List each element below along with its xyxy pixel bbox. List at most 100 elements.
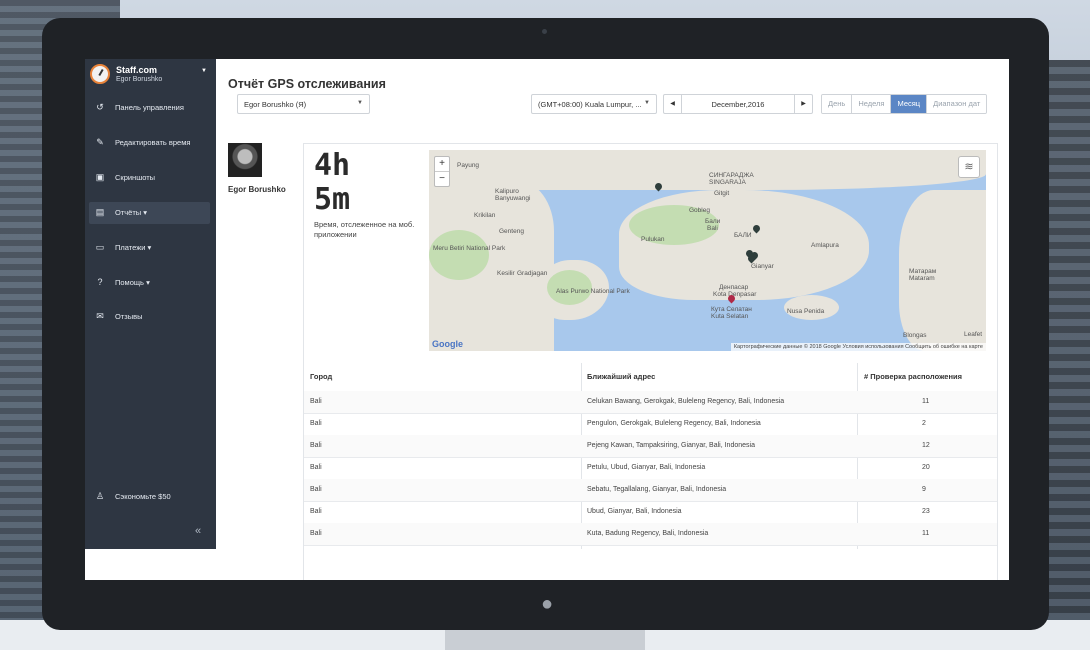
map-label: Kesilir bbox=[497, 270, 515, 277]
map-label: Pulukan bbox=[641, 236, 665, 243]
table-row[interactable]: Bali Petulu, Ubud, Gianyar, Bali, Indone… bbox=[304, 457, 997, 480]
zoom-control: + − bbox=[434, 156, 450, 187]
help-icon: ? bbox=[97, 277, 103, 287]
table-header: Город Ближайший адрес # Проверка располо… bbox=[304, 363, 997, 392]
table-row[interactable]: Bali Ubud, Gianyar, Bali, Indonesia 23 bbox=[304, 501, 997, 524]
monitor-stand bbox=[445, 630, 645, 650]
sidebar-item-reports[interactable]: ▤ Отчёты ▾ bbox=[89, 202, 210, 224]
cell-address: Ubud, Gianyar, Bali, Indonesia bbox=[587, 508, 682, 515]
map-label: Payung bbox=[457, 162, 480, 169]
cell-address: Kuta, Badung Regency, Bali, Indonesia bbox=[587, 530, 709, 537]
caret-down-icon: ▾ bbox=[146, 278, 150, 287]
tracked-time-description: Время, отслеженное на моб. приложении bbox=[314, 220, 415, 239]
sidebar-item-label: Редактировать время bbox=[115, 138, 191, 147]
map-label: Gitgit bbox=[714, 190, 730, 197]
chevron-down-icon: ▼ bbox=[357, 100, 363, 106]
sidebar-item-dashboard[interactable]: ↺ Панель управления bbox=[89, 97, 210, 119]
map-label: Leafet bbox=[964, 331, 983, 338]
map-label: Genteng bbox=[499, 228, 524, 235]
caret-down-icon: ▾ bbox=[147, 243, 152, 252]
sidebar-item-label: Платежи ▾ bbox=[115, 243, 152, 252]
sidebar-item-label: Помощь ▾ bbox=[115, 278, 150, 287]
cell-address: Petulu, Ubud, Gianyar, Bali, Indonesia bbox=[587, 464, 706, 471]
sidebar-item-label: Отзывы bbox=[115, 312, 143, 321]
cell-city: Bali bbox=[310, 442, 322, 449]
cell-city: Bali bbox=[310, 486, 322, 493]
save-offer-label: Сэкономьте $50 bbox=[115, 492, 171, 501]
cell-address: Sebatu, Tegallalang, Gianyar, Bali, Indo… bbox=[587, 486, 727, 493]
cell-city: Bali bbox=[310, 508, 322, 515]
caret-down-icon: ▾ bbox=[143, 208, 148, 217]
cell-count: 11 bbox=[922, 530, 930, 537]
cell-address: Pejeng Kawan, Tampaksiring, Gianyar, Bal… bbox=[587, 442, 755, 449]
sidebar-item-edit-time[interactable]: ✎ Редактировать время bbox=[89, 132, 210, 154]
map-label: Бали bbox=[705, 218, 721, 225]
user-plus-icon: ♙ bbox=[95, 491, 105, 501]
cell-city: Bali bbox=[310, 398, 322, 405]
date-navigator: ◀ December,2016 ▶ bbox=[663, 94, 813, 114]
cell-address: Pengulon, Gerokgak, Buleleng Regency, Ba… bbox=[587, 420, 761, 427]
map-label: Kalipuro bbox=[495, 188, 519, 195]
map-label: Kuta Selatan bbox=[711, 313, 749, 320]
map-label: SINGARAJA bbox=[709, 179, 746, 186]
cell-city: Bali bbox=[310, 420, 322, 427]
map-label: Bali bbox=[707, 225, 718, 232]
zoom-out-button[interactable]: − bbox=[435, 172, 449, 186]
prev-period-button[interactable]: ◀ bbox=[664, 95, 682, 113]
clock-logo-icon bbox=[90, 64, 110, 84]
timezone-select[interactable]: (GMT+08:00) Kuala Lumpur, ... ▼ bbox=[531, 94, 657, 114]
map-label: Матарам bbox=[909, 268, 937, 275]
camera-dot bbox=[542, 29, 547, 34]
map-label: Mataram bbox=[909, 275, 935, 282]
app-screen: Staff.com Egor Borushko ▼ ↺ Панель управ… bbox=[85, 59, 1009, 580]
cell-count: 23 bbox=[922, 508, 930, 515]
edit-time-icon: ✎ bbox=[96, 137, 104, 147]
collapse-sidebar-icon[interactable]: « bbox=[195, 525, 201, 537]
sidebar: Staff.com Egor Borushko ▼ ↺ Панель управ… bbox=[85, 59, 216, 549]
map-label: Alas Purwo National Park bbox=[556, 288, 630, 295]
table-row[interactable]: Bali Celukan Bawang, Gerokgak, Buleleng … bbox=[304, 391, 997, 414]
period-switcher: День Неделя Месяц Диапазон дат bbox=[821, 94, 988, 114]
gps-map[interactable]: Payung Kalipuro Banyuwangi Krikilan Gent… bbox=[429, 150, 986, 351]
period-week-button[interactable]: Неделя bbox=[852, 95, 892, 113]
avatar bbox=[228, 143, 262, 177]
zoom-in-button[interactable]: + bbox=[435, 157, 449, 172]
page-title: Отчёт GPS отслеживания bbox=[228, 77, 386, 91]
cell-address: Celukan Bawang, Gerokgak, Buleleng Regen… bbox=[587, 398, 785, 405]
cell-city: Bali bbox=[310, 530, 322, 537]
period-day-button[interactable]: День bbox=[822, 95, 853, 113]
map-label: Кута Селатан bbox=[711, 306, 752, 313]
map-label: СИНГАРАДЖА bbox=[709, 172, 754, 179]
map-label: Nusa Penida bbox=[787, 308, 825, 315]
map-attribution: Картографические данные © 2018 Google Ус… bbox=[730, 343, 986, 351]
column-header-count: # Проверка расположения bbox=[864, 372, 962, 381]
next-period-button[interactable]: ▶ bbox=[794, 95, 812, 113]
sidebar-item-label: Панель управления bbox=[115, 103, 184, 112]
sidebar-item-feedback[interactable]: ✉ Отзывы bbox=[89, 306, 210, 328]
payments-icon: ▭ bbox=[95, 242, 105, 252]
sidebar-item-screenshots[interactable]: ▣ Скриншоты bbox=[89, 167, 210, 189]
map-label: Gradjagan bbox=[517, 270, 548, 277]
brand-switcher[interactable]: Staff.com Egor Borushko ▼ bbox=[90, 64, 212, 88]
cell-count: 12 bbox=[922, 442, 930, 449]
table-row[interactable]: Bali Sebatu, Tegallalang, Gianyar, Bali,… bbox=[304, 479, 997, 502]
cell-count: 2 bbox=[922, 420, 926, 427]
dashboard-icon: ↺ bbox=[96, 102, 104, 112]
date-value[interactable]: December,2016 bbox=[681, 100, 795, 109]
table-row[interactable]: Bali Pengulon, Gerokgak, Buleleng Regenc… bbox=[304, 413, 997, 436]
period-range-button[interactable]: Диапазон дат bbox=[927, 95, 987, 113]
sidebar-item-payments[interactable]: ▭ Платежи ▾ bbox=[89, 237, 210, 259]
period-month-button[interactable]: Месяц bbox=[891, 95, 928, 113]
layers-icon[interactable]: ≋ bbox=[958, 156, 980, 178]
map-label: Денпасар bbox=[719, 284, 749, 291]
user-select[interactable]: Egor Borushko (Я) ▼ bbox=[237, 94, 370, 114]
save-offer-link[interactable]: ♙ Сэкономьте $50 bbox=[89, 486, 210, 508]
cell-city: Bali bbox=[310, 464, 322, 471]
cell-count: 20 bbox=[922, 464, 930, 471]
sidebar-item-help[interactable]: ? Помощь ▾ bbox=[89, 272, 210, 294]
table-row[interactable]: Bali Kuta, Badung Regency, Bali, Indones… bbox=[304, 523, 997, 546]
table-row[interactable]: Bali Pejeng Kawan, Tampaksiring, Gianyar… bbox=[304, 435, 997, 458]
map-park-meru-betiri bbox=[429, 230, 489, 280]
report-panel: 4h 5m Время, отслеженное на моб. приложе… bbox=[303, 143, 998, 580]
map-label: Banyuwangi bbox=[495, 195, 531, 202]
